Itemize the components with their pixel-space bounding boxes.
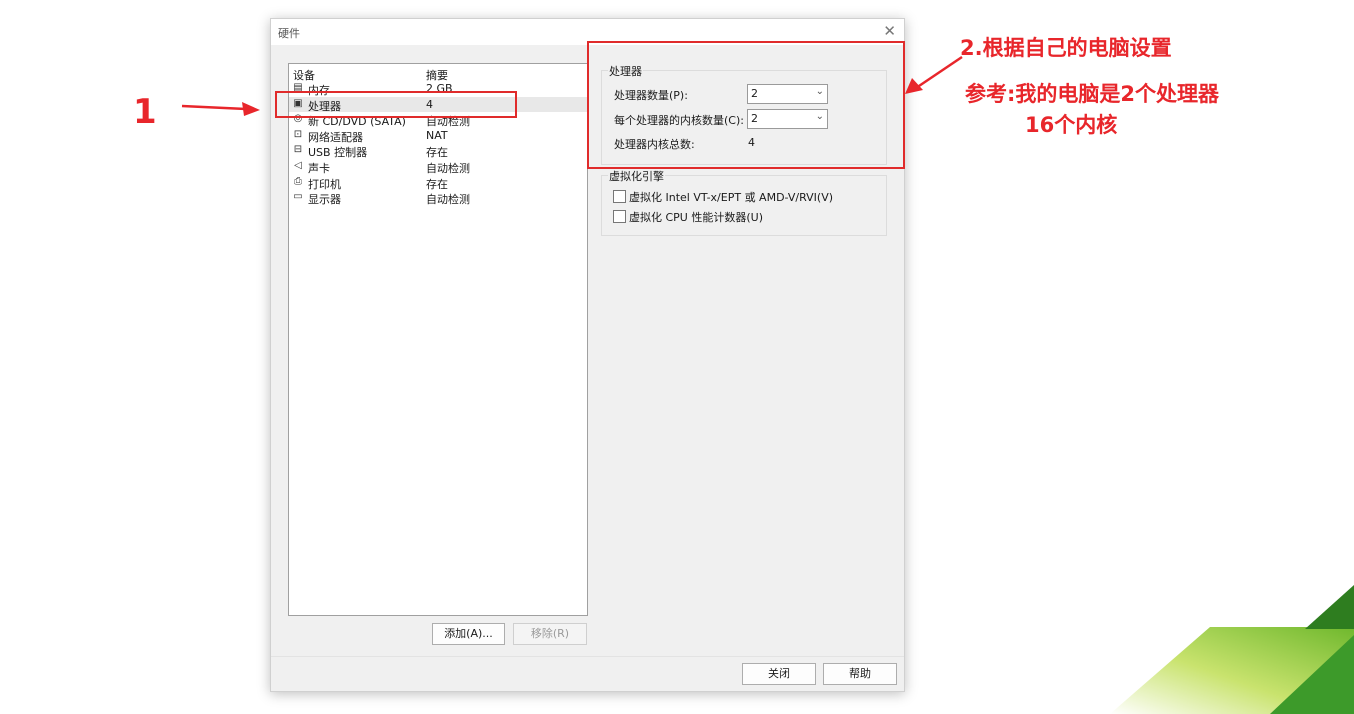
cpu-counter-option-label: 虚拟化 CPU 性能计数器(U) bbox=[629, 211, 763, 224]
network-adapter-icon: ⊡ bbox=[293, 128, 303, 140]
bottom-bar: 关闭 帮助 bbox=[271, 656, 904, 691]
device-row[interactable]: ◁ 声卡 自动检测 bbox=[289, 159, 587, 175]
usb-icon: ⊟ bbox=[293, 144, 303, 156]
virtualization-group: 虚拟化引擎 虚拟化 Intel VT-x/EPT 或 AMD-V/RVI(V) … bbox=[601, 168, 887, 236]
device-name: 显示器 bbox=[308, 193, 341, 207]
printer-icon: ⎙ bbox=[294, 175, 302, 187]
annotation-step2-title: 2.根据自己的电脑设置 bbox=[960, 36, 1172, 60]
vtx-option-label: 虚拟化 Intel VT-x/EPT 或 AMD-V/RVI(V) bbox=[629, 191, 834, 204]
list-header: 设备 摘要 bbox=[289, 67, 587, 82]
device-summary: 自动检测 bbox=[426, 193, 470, 207]
device-row[interactable]: ⊟ USB 控制器 存在 bbox=[289, 143, 587, 160]
device-name: 网络适配器 bbox=[308, 130, 363, 144]
sound-card-icon: ◁ bbox=[294, 160, 302, 171]
device-summary: 存在 bbox=[426, 177, 448, 191]
cpu-counter-checkbox[interactable] bbox=[613, 210, 626, 223]
vtx-checkbox[interactable] bbox=[613, 190, 626, 203]
device-row[interactable]: ⎙ 打印机 存在 bbox=[289, 175, 587, 191]
decorative-corner-graphic bbox=[1110, 585, 1354, 714]
display-icon: ▭ bbox=[293, 191, 303, 203]
device-name: USB 控制器 bbox=[308, 146, 368, 160]
dialog-title: 硬件 bbox=[278, 27, 300, 40]
annotation-step1: 1 bbox=[133, 92, 157, 132]
close-icon[interactable]: ✕ bbox=[883, 22, 896, 40]
annotation-step2-note: 参考:我的电脑是2个处理器 bbox=[965, 82, 1220, 106]
virtualization-group-label: 虚拟化引擎 bbox=[608, 168, 665, 184]
add-button[interactable]: 添加(A)... bbox=[432, 623, 505, 645]
remove-button[interactable]: 移除(R) bbox=[513, 623, 587, 645]
device-name: 声卡 bbox=[308, 162, 330, 175]
device-summary: NAT bbox=[426, 128, 448, 142]
arrow-icon bbox=[905, 55, 963, 94]
device-summary: 自动检测 bbox=[426, 162, 470, 175]
device-list: 设备 摘要 ▤ 内存 2 GB ▣ 处理器 4 ◎ 新 CD/DVD (SATA) 自动检测 ⊡ 网… bbox=[288, 63, 588, 616]
device-summary: 存在 bbox=[426, 146, 448, 160]
highlight-processor-settings bbox=[587, 41, 905, 169]
device-row[interactable]: ⊡ 网络适配器 NAT bbox=[289, 128, 587, 144]
device-name: 打印机 bbox=[308, 177, 341, 191]
help-button[interactable]: 帮助 bbox=[823, 663, 897, 685]
device-row[interactable]: ▭ 显示器 自动检测 bbox=[289, 190, 587, 207]
annotation-step2-cores: 16个内核 bbox=[1025, 113, 1118, 137]
highlight-processor-row bbox=[275, 91, 517, 118]
arrow-icon bbox=[181, 102, 260, 116]
close-button[interactable]: 关闭 bbox=[742, 663, 816, 685]
